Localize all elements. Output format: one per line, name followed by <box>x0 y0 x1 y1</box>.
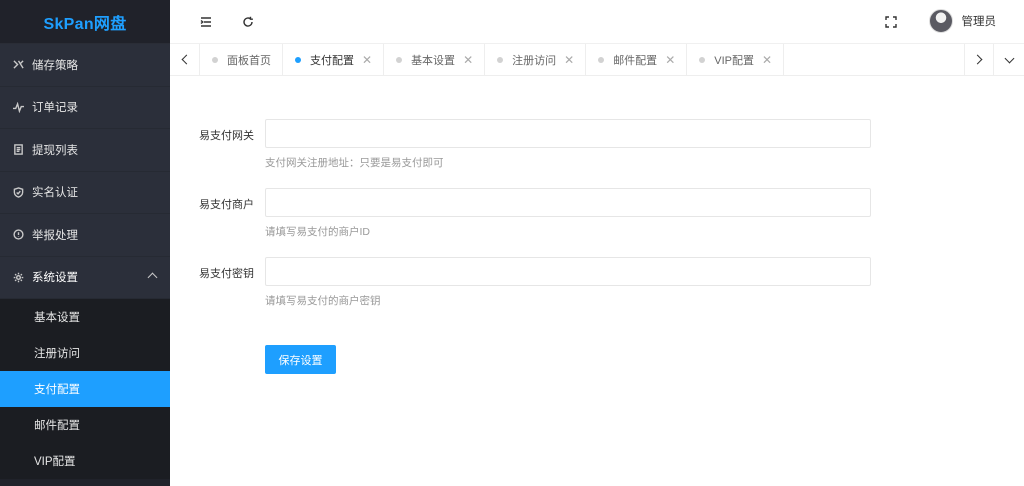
chevron-right-icon <box>972 54 983 65</box>
chevron-up-icon <box>147 272 158 283</box>
tab-menu-dropdown[interactable] <box>994 44 1024 75</box>
submenu-item-basic[interactable]: 基本设置 <box>0 299 170 335</box>
tab-dot <box>598 56 605 63</box>
shield-icon <box>11 185 25 199</box>
tab-dot <box>497 56 504 63</box>
close-icon[interactable]: ✕ <box>564 54 574 66</box>
tab-register[interactable]: 注册访问 ✕ <box>485 44 587 75</box>
payment-config-form: 易支付网关 支付网关注册地址：只要是易支付即可 易支付商户 请填写易支付的商户I… <box>170 76 1024 486</box>
sidebar-item-reports[interactable]: 举报处理 <box>0 214 170 257</box>
pulse-icon <box>11 100 25 114</box>
close-icon[interactable]: ✕ <box>362 54 372 66</box>
tab-list: 面板首页 支付配置 ✕ 基本设置 ✕ 注册访问 ✕ 邮件配置 ✕ VIP配置 ✕ <box>200 44 785 75</box>
tab-label: 邮件配置 <box>613 54 658 67</box>
sidebar: SkPan网盘 储存策略 订单记录 提现列表 实名认证 举报处理 系统设置 基本… <box>0 0 170 486</box>
tab-basic[interactable]: 基本设置 ✕ <box>384 44 486 75</box>
tab-scroll-left-button[interactable] <box>170 44 200 75</box>
sidebar-item-label: 订单记录 <box>32 102 78 115</box>
merchant-input[interactable] <box>265 188 871 217</box>
tab-mail[interactable]: 邮件配置 ✕ <box>586 44 688 75</box>
tab-dot <box>699 56 706 63</box>
tab-payment[interactable]: 支付配置 ✕ <box>283 44 385 75</box>
gear-icon <box>11 270 25 284</box>
tab-label: 基本设置 <box>411 54 456 67</box>
refresh-icon[interactable] <box>237 11 259 33</box>
submenu-item-vip[interactable]: VIP配置 <box>0 443 170 479</box>
sidebar-item-orders[interactable]: 订单记录 <box>0 86 170 129</box>
fullscreen-icon[interactable] <box>880 11 902 33</box>
sidebar-item-storage-policy[interactable]: 储存策略 <box>0 44 170 87</box>
chevron-down-icon <box>1004 53 1014 63</box>
collapse-menu-icon[interactable] <box>195 11 217 33</box>
gateway-label: 易支付网关 <box>199 130 254 142</box>
user-menu[interactable]: 管理员 <box>928 9 997 33</box>
user-name: 管理员 <box>961 16 997 28</box>
close-icon[interactable]: ✕ <box>762 54 772 66</box>
chevron-left-icon <box>181 54 191 65</box>
settings-submenu: 基本设置 注册访问 支付配置 邮件配置 VIP配置 <box>0 299 170 479</box>
close-icon[interactable]: ✕ <box>463 54 473 66</box>
submenu-item-payment[interactable]: 支付配置 <box>0 371 170 407</box>
secret-tip: 请填写易支付的商户密钥 <box>265 295 381 307</box>
avatar <box>928 9 953 33</box>
merchant-tip: 请填写易支付的商户ID <box>265 226 370 238</box>
sidebar-item-withdrawals[interactable]: 提现列表 <box>0 129 170 172</box>
secret-label: 易支付密钥 <box>199 268 254 280</box>
tab-dashboard[interactable]: 面板首页 <box>200 44 283 75</box>
sidebar-item-verification[interactable]: 实名认证 <box>0 171 170 214</box>
sidebar-item-label: 举报处理 <box>32 229 78 242</box>
tab-label: VIP配置 <box>714 54 754 67</box>
tab-scroll-right-button[interactable] <box>964 44 994 75</box>
tab-vip[interactable]: VIP配置 ✕ <box>687 44 785 75</box>
logo[interactable]: SkPan网盘 <box>0 0 170 44</box>
gateway-tip: 支付网关注册地址：只要是易支付即可 <box>265 157 444 169</box>
logo-text: SkPan网盘 <box>43 15 127 33</box>
sidebar-item-label: 系统设置 <box>32 272 78 285</box>
sidebar-item-label: 储存策略 <box>32 59 78 72</box>
secret-input[interactable] <box>265 257 871 286</box>
submenu-item-register[interactable]: 注册访问 <box>0 335 170 371</box>
tab-dot <box>396 56 403 63</box>
info-icon <box>11 228 25 242</box>
tab-dot <box>295 56 301 63</box>
save-button[interactable]: 保存设置 <box>265 345 336 374</box>
top-header: 管理员 <box>170 0 1024 44</box>
submenu-item-mail[interactable]: 邮件配置 <box>0 407 170 443</box>
tab-label: 支付配置 <box>310 54 354 67</box>
tab-dot <box>212 56 218 63</box>
sidebar-item-label: 实名认证 <box>32 187 78 200</box>
tab-bar: 面板首页 支付配置 ✕ 基本设置 ✕ 注册访问 ✕ 邮件配置 ✕ VIP配置 ✕ <box>170 44 1024 76</box>
list-icon <box>11 143 25 157</box>
sidebar-item-label: 提现列表 <box>32 144 78 157</box>
merchant-label: 易支付商户 <box>199 199 254 211</box>
tab-label: 面板首页 <box>227 54 271 67</box>
close-icon[interactable]: ✕ <box>665 54 675 66</box>
sidebar-item-system-settings[interactable]: 系统设置 <box>0 256 170 299</box>
gateway-input[interactable] <box>265 119 871 148</box>
storage-icon <box>11 58 25 72</box>
tab-label: 注册访问 <box>512 54 557 67</box>
